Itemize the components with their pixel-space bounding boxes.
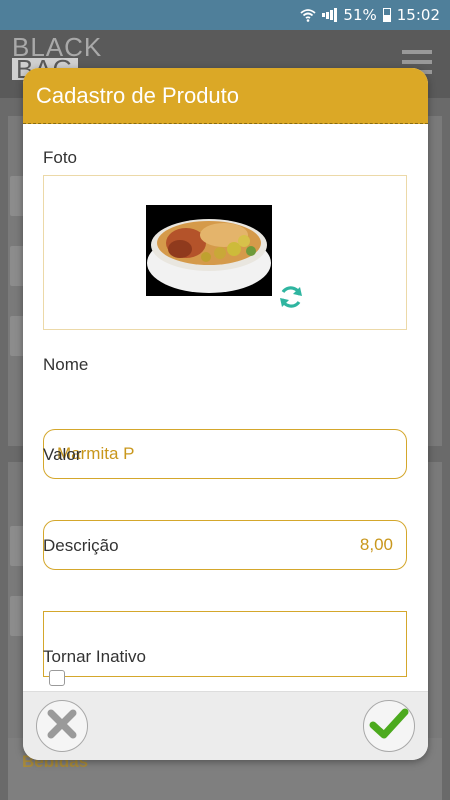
product-form-dialog: Cadastro de Produto Foto Nome Marmita P …	[23, 68, 428, 760]
refresh-icon[interactable]	[276, 282, 306, 312]
name-input[interactable]: Marmita P	[43, 429, 407, 479]
value-label: Valor	[43, 445, 82, 464]
product-photo[interactable]	[146, 205, 272, 296]
close-icon	[45, 707, 79, 745]
battery-percent: 51%	[343, 6, 377, 24]
value-input-value: 8,00	[359, 535, 393, 554]
confirm-button[interactable]	[363, 700, 415, 752]
clock: 15:02	[396, 6, 440, 24]
dialog-footer	[23, 691, 428, 760]
signal-icon	[322, 8, 338, 22]
description-textarea[interactable]	[43, 611, 407, 677]
inactive-checkbox[interactable]	[49, 670, 65, 686]
photo-container[interactable]	[43, 175, 407, 330]
status-bar: 51% 15:02	[0, 0, 450, 30]
photo-label: Foto	[43, 148, 78, 167]
inactive-label: Tornar Inativo	[43, 647, 146, 666]
dialog-header: Cadastro de Produto	[23, 68, 428, 124]
name-label: Nome	[43, 355, 89, 374]
wifi-icon	[300, 8, 317, 22]
description-label: Descrição	[43, 536, 119, 555]
dialog-title: Cadastro de Produto	[36, 82, 240, 108]
battery-icon	[382, 8, 391, 22]
cancel-button[interactable]	[36, 700, 88, 752]
check-icon	[369, 707, 409, 745]
